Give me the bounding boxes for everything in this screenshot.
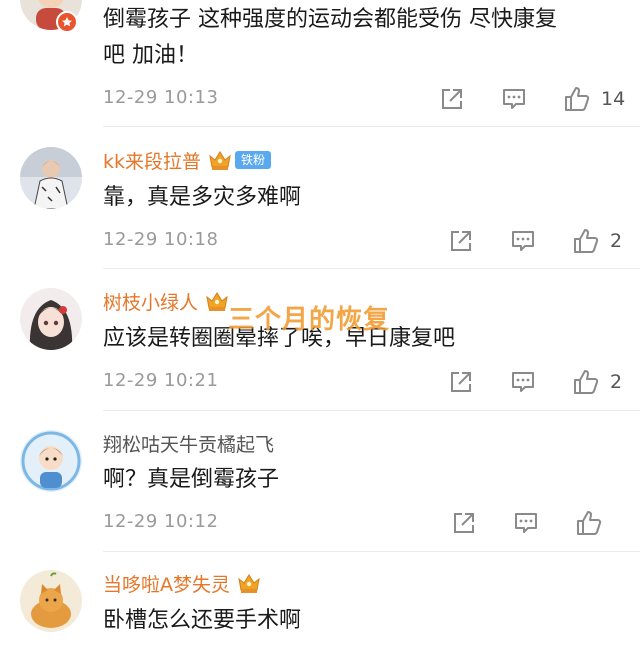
thumbs-up-icon xyxy=(565,87,590,111)
comment-meta: 12-29 10:12 xyxy=(103,508,640,538)
username-row: 当哆啦A梦失灵 xyxy=(103,569,262,597)
divider xyxy=(103,410,640,411)
comment-button[interactable] xyxy=(513,508,539,538)
username[interactable]: 翔松咕天牛贡橘起飞 xyxy=(103,430,274,457)
username[interactable]: 当哆啦A梦失灵 xyxy=(103,570,230,597)
verified-badge-icon xyxy=(56,11,78,33)
comment-time: 12-29 10:21 xyxy=(103,370,219,391)
like-count: 2 xyxy=(610,230,623,252)
avatar[interactable] xyxy=(20,147,82,209)
comment-icon xyxy=(512,372,534,392)
share-button[interactable] xyxy=(439,84,465,114)
like-count: 2 xyxy=(610,371,623,393)
comment-button[interactable] xyxy=(501,84,527,114)
share-button[interactable] xyxy=(448,367,474,397)
share-icon xyxy=(451,231,471,251)
like-button[interactable] xyxy=(575,508,613,538)
comment-time: 12-29 10:18 xyxy=(103,229,219,250)
like-button[interactable]: 2 xyxy=(572,226,622,256)
username[interactable]: 树枝小绿人 xyxy=(103,288,198,315)
comment-time: 12-29 10:13 xyxy=(103,87,219,108)
comment-text: 啊？真是倒霉孩子 xyxy=(103,467,280,492)
comment-meta: 12-29 10:13 14 xyxy=(103,84,640,114)
comment-icon xyxy=(512,231,534,251)
like-count: 14 xyxy=(601,88,626,110)
divider xyxy=(103,126,640,127)
like-button[interactable]: 14 xyxy=(563,84,625,114)
person-photo-avatar-icon xyxy=(20,147,82,209)
username-row: 树枝小绿人 xyxy=(103,287,230,315)
share-button[interactable] xyxy=(451,508,477,538)
divider xyxy=(103,551,640,552)
vip-crown-icon xyxy=(238,574,260,593)
comment-icon xyxy=(503,89,525,109)
comment-meta: 12-29 10:21 2 xyxy=(103,367,640,397)
avatar[interactable] xyxy=(20,430,82,492)
orange-cat-avatar-icon xyxy=(20,570,82,632)
vip-crown-icon xyxy=(206,292,228,311)
share-icon xyxy=(451,372,471,392)
thumbs-up-icon xyxy=(577,511,602,535)
comment-meta: 12-29 10:18 2 xyxy=(103,226,640,256)
username-row: kk来段拉普 铁粉 xyxy=(103,146,272,174)
anime-girl-avatar-icon xyxy=(20,288,82,350)
share-icon xyxy=(454,513,474,533)
comment-button[interactable] xyxy=(510,226,536,256)
username-row: 翔松咕天牛贡橘起飞 xyxy=(103,429,274,457)
share-icon xyxy=(442,89,462,109)
username[interactable]: kk来段拉普 xyxy=(103,147,201,174)
overlay-caption: 三个月的恢复 xyxy=(228,305,391,335)
comment-text: 靠，真是多灾多难啊 xyxy=(103,185,302,210)
avatar[interactable] xyxy=(20,288,82,350)
comment-time: 12-29 10:12 xyxy=(103,511,219,532)
fan-badge: 铁粉 xyxy=(235,151,272,169)
comment-button[interactable] xyxy=(510,367,536,397)
comment-text: 卧槽怎么还要手术啊 xyxy=(103,608,302,633)
thumbs-up-icon xyxy=(574,229,599,253)
avatar[interactable] xyxy=(20,570,82,632)
cartoon-boy-avatar-icon xyxy=(20,430,82,492)
share-button[interactable] xyxy=(448,226,474,256)
thumbs-up-icon xyxy=(574,370,599,394)
comment-text: 倒霉孩子 这种强度的运动会都能受伤 尽快康复 吧 加油！ xyxy=(103,7,557,68)
comment-icon xyxy=(515,513,537,533)
divider xyxy=(103,268,640,269)
vip-crown-icon xyxy=(209,151,231,170)
like-button[interactable]: 2 xyxy=(572,367,622,397)
